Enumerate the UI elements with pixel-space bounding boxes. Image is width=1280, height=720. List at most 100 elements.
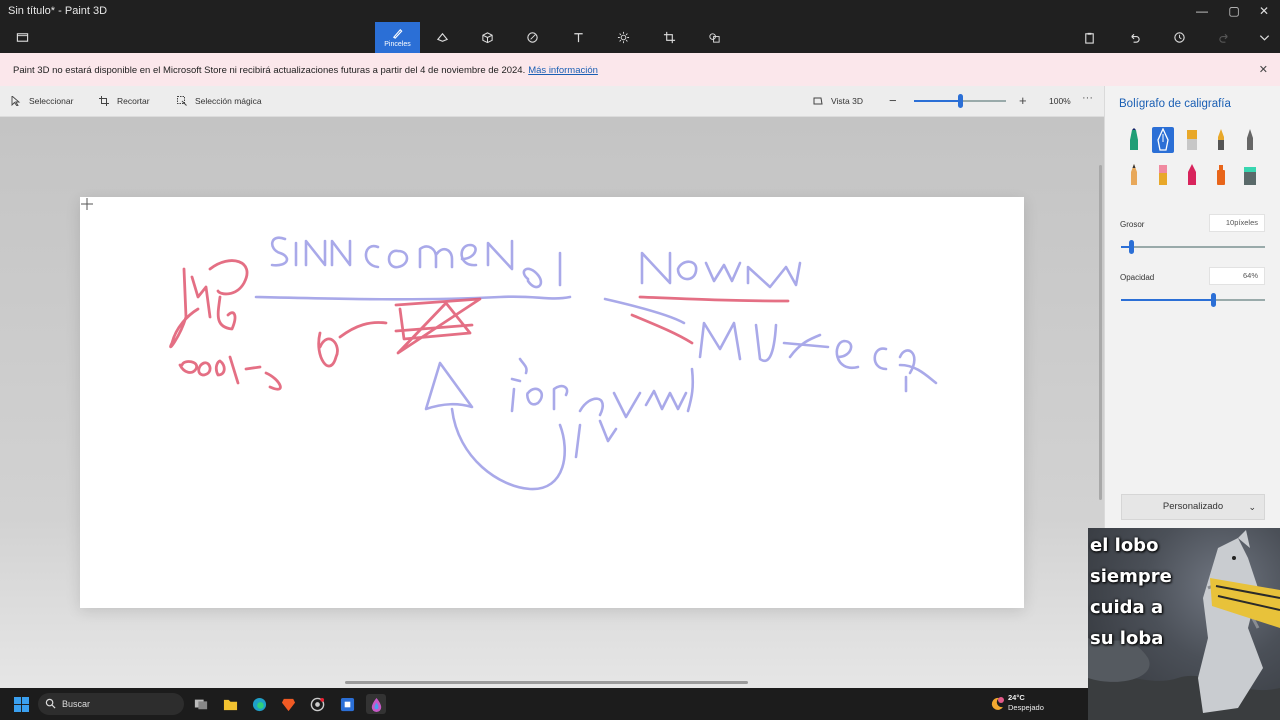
start-button[interactable] bbox=[11, 694, 31, 714]
zoom-slider[interactable] bbox=[914, 94, 1006, 108]
thickness-input[interactable]: 10píxeles bbox=[1209, 214, 1265, 232]
paste-button[interactable] bbox=[1069, 22, 1109, 53]
vertical-scrollbar[interactable] bbox=[1099, 165, 1102, 500]
brush-marker[interactable] bbox=[1123, 127, 1145, 153]
brush-calligraphy-pen[interactable] bbox=[1152, 127, 1174, 153]
tab-effects[interactable] bbox=[603, 22, 643, 53]
brush-fill[interactable] bbox=[1239, 162, 1261, 188]
windows-logo-icon bbox=[13, 696, 29, 712]
app-button[interactable] bbox=[337, 694, 357, 714]
view-3d-label: Vista 3D bbox=[831, 96, 863, 106]
horizontal-scrollbar[interactable] bbox=[345, 681, 748, 684]
brush-panel: Bolígrafo de caligrafía Grosor 10píxeles… bbox=[1104, 86, 1280, 528]
crayon-icon bbox=[1188, 164, 1196, 185]
title-bar: Sin título* - Paint 3D — ▢ ✕ bbox=[0, 0, 1280, 22]
maximize-button[interactable]: ▢ bbox=[1219, 2, 1249, 20]
zoom-in-button[interactable]: + bbox=[1019, 93, 1027, 108]
task-view-button[interactable] bbox=[191, 694, 211, 714]
redo-button[interactable] bbox=[1204, 22, 1244, 53]
undo-button[interactable] bbox=[1114, 22, 1154, 53]
crop-button[interactable]: Recortar bbox=[99, 96, 150, 106]
calligraphy-pen-icon bbox=[1157, 128, 1169, 151]
weather-condition: Despejado bbox=[1008, 703, 1044, 712]
effects-icon bbox=[617, 31, 629, 44]
banner-close-icon[interactable]: ✕ bbox=[1259, 63, 1268, 76]
menu-button[interactable] bbox=[2, 22, 42, 53]
view-3d-button[interactable]: Vista 3D bbox=[813, 96, 863, 106]
zoom-level: 100% bbox=[1049, 96, 1071, 106]
more-info-link[interactable]: Más información bbox=[528, 65, 598, 76]
thickness-slider[interactable] bbox=[1121, 240, 1265, 254]
opacity-slider-thumb[interactable] bbox=[1211, 293, 1216, 307]
brush-spraycan[interactable] bbox=[1210, 162, 1232, 188]
pixel-pen-icon bbox=[1247, 129, 1253, 150]
fill-bucket-icon bbox=[1244, 167, 1256, 185]
edge-button[interactable] bbox=[249, 694, 269, 714]
chevron-down-icon: ⌄ bbox=[1248, 502, 1256, 512]
meme-line: el lobo bbox=[1090, 535, 1159, 556]
brush-preset-dropdown[interactable]: Personalizado ⌄ bbox=[1121, 494, 1265, 520]
close-button[interactable]: ✕ bbox=[1249, 2, 1279, 20]
opacity-slider[interactable] bbox=[1121, 293, 1265, 307]
eraser-icon bbox=[1159, 165, 1167, 185]
cursor-icon bbox=[11, 96, 21, 106]
paint3d-taskbar-button[interactable] bbox=[366, 694, 386, 714]
taskbar: Buscar 24°C Despejado bbox=[0, 688, 1088, 720]
spraycan-icon bbox=[1217, 165, 1225, 185]
minimize-button[interactable]: — bbox=[1187, 2, 1217, 20]
brush-watercolor[interactable] bbox=[1210, 127, 1232, 153]
drawing-canvas[interactable] bbox=[80, 197, 1024, 608]
paint3d-icon bbox=[371, 697, 381, 712]
banner-text: Paint 3D no estará disponible en el Micr… bbox=[13, 65, 526, 76]
brush-crayon[interactable] bbox=[1181, 162, 1203, 188]
weather-icon[interactable] bbox=[987, 694, 1007, 714]
window-title: Sin título* - Paint 3D bbox=[8, 5, 108, 17]
history-button[interactable] bbox=[1159, 22, 1199, 53]
file-explorer-button[interactable] bbox=[220, 694, 240, 714]
stickers-icon bbox=[526, 32, 538, 43]
brush-eraser[interactable] bbox=[1152, 162, 1174, 188]
tab-3d-shapes[interactable] bbox=[467, 22, 507, 53]
marker-icon bbox=[1130, 128, 1138, 150]
folder-icon bbox=[16, 33, 28, 42]
panel-title: Bolígrafo de caligrafía bbox=[1119, 98, 1231, 110]
brush-oil[interactable] bbox=[1181, 127, 1203, 153]
tab-2d-shapes[interactable] bbox=[422, 22, 462, 53]
thickness-slider-thumb[interactable] bbox=[1129, 240, 1134, 254]
magic-select-button[interactable]: Selección mágica bbox=[177, 96, 262, 106]
opacity-label: Opacidad bbox=[1120, 273, 1155, 282]
tab-canvas[interactable] bbox=[649, 22, 689, 53]
brave-button[interactable] bbox=[278, 694, 298, 714]
expand-button[interactable] bbox=[1244, 22, 1280, 53]
brave-icon bbox=[281, 698, 295, 711]
meme-overlay: el lobo siempre cuida a su loba bbox=[1088, 528, 1280, 720]
history-icon bbox=[1173, 32, 1185, 43]
tab-stickers[interactable] bbox=[512, 22, 552, 53]
folder-icon bbox=[223, 699, 237, 710]
meme-caption: el lobo siempre cuida a su loba bbox=[1090, 530, 1172, 654]
opacity-input[interactable]: 64% bbox=[1209, 267, 1265, 285]
chrome-button[interactable] bbox=[307, 694, 327, 714]
brush-pixel[interactable] bbox=[1239, 127, 1261, 153]
search-label: Buscar bbox=[62, 699, 91, 709]
select-label: Seleccionar bbox=[29, 96, 74, 106]
chrome-icon bbox=[310, 697, 324, 711]
crop-label: Recortar bbox=[117, 96, 150, 106]
meme-line: cuida a bbox=[1090, 597, 1164, 618]
weather-widget[interactable]: 24°C Despejado bbox=[1008, 693, 1044, 713]
zoom-slider-thumb[interactable] bbox=[958, 94, 963, 108]
brush-preset-value: Personalizado bbox=[1162, 501, 1224, 512]
tab-text[interactable] bbox=[558, 22, 598, 53]
tab-brushes-label: Pinceles bbox=[384, 41, 411, 48]
select-button[interactable]: Seleccionar bbox=[11, 96, 73, 106]
taskbar-search[interactable]: Buscar bbox=[38, 693, 184, 715]
selection-toolbar: Seleccionar Recortar Selección mágica Vi… bbox=[0, 86, 1104, 117]
brush-pencil[interactable] bbox=[1123, 162, 1145, 188]
chevron-down-icon bbox=[1259, 35, 1269, 41]
2d-shapes-icon bbox=[436, 32, 448, 42]
tab-brushes[interactable]: Pinceles bbox=[375, 22, 420, 53]
tab-3d-library[interactable] bbox=[694, 22, 734, 53]
deprecation-banner: Paint 3D no estará disponible en el Micr… bbox=[0, 53, 1280, 86]
more-options-icon[interactable]: ··· bbox=[1082, 92, 1093, 104]
zoom-out-button[interactable]: − bbox=[889, 93, 897, 108]
